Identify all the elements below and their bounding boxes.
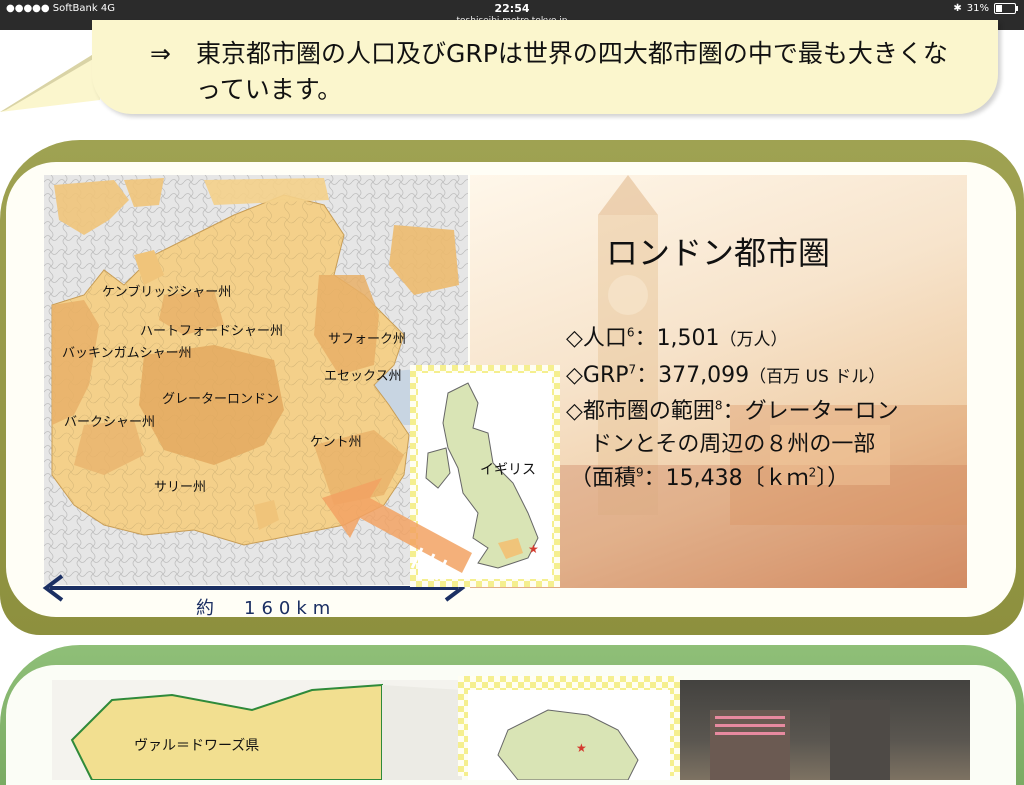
battery-fill [996, 5, 1002, 12]
population-value: ：1,501 [634, 326, 720, 351]
france-outline: ★ [497, 709, 639, 781]
summary-bubble-area: ⇒ 東京都市圏の人口及びGRPは世界の四大都市圏の中で最も大きくな っています。 [0, 20, 1024, 120]
area-value: ：15,438〔ｋｍ [643, 466, 809, 491]
area-close: 〕） [816, 466, 850, 491]
range-row: ◇都市圏の範囲8：グレーターロン [566, 393, 899, 425]
france-inset-inner: ★ [468, 690, 670, 781]
label-berkshire: バークシャー州 [64, 415, 156, 430]
range-line-2: ドンとその周辺の８州の一部 [590, 432, 876, 457]
grp-row: ◇GRP7：377,099（百万 US ドル） [566, 357, 885, 389]
london-star-icon: ★ [528, 542, 539, 556]
label-greater-london: グレーターロンドン [162, 392, 280, 407]
population-row: ◇人口6：1,501（万人） [566, 320, 788, 352]
label-essex: エセックス州 [324, 369, 402, 384]
grp-unit: （百万 US ドル） [749, 367, 886, 387]
london-title: ロンドン都市圏 [606, 234, 831, 272]
summary-text: ⇒ 東京都市圏の人口及びGRPは世界の四大都市圏の中で最も大きくな っています。 [150, 36, 970, 108]
paris-photo [680, 680, 970, 780]
bluetooth-icon: ✱ [953, 3, 962, 14]
range-label: ◇都市圏の範囲 [566, 399, 715, 424]
range-footnote: 8 [714, 398, 723, 413]
battery-percent: 31% [966, 3, 989, 14]
label-kent: ケント州 [310, 435, 362, 450]
label-uk: イギリス [480, 462, 536, 478]
area-label: （面積 [570, 466, 637, 491]
summary-line-1: 東京都市圏の人口及びGRPは世界の四大都市圏の中で最も大きくな [196, 39, 948, 68]
battery-icon [994, 3, 1018, 14]
paris-star-icon: ★ [576, 741, 587, 755]
clock: 22:54 [494, 2, 530, 15]
population-footnote: 6 [626, 325, 635, 340]
population-unit: （万人） [719, 330, 788, 350]
grp-value: ：377,099 [636, 363, 750, 388]
scale-label: 約 160km [196, 598, 337, 619]
population-label: ◇人口 [566, 326, 627, 351]
area-row: （面積9：15,438〔ｋｍ2〕） [570, 460, 849, 492]
paris-region-map: ヴァル＝ドワーズ県 [52, 680, 462, 780]
area-footnote: 9 [636, 465, 644, 480]
right-arrow-icon: ⇒ [150, 39, 171, 68]
label-val-doise: ヴァル＝ドワーズ県 [134, 738, 260, 754]
grp-label: ◇GRP [566, 363, 629, 388]
label-surrey: サリー州 [154, 480, 207, 495]
summary-line-2: っています。 [196, 75, 343, 104]
france-inset-map: ★ [458, 676, 680, 781]
paris-photo-svg [710, 700, 890, 780]
label-cambridgeshire: ケンブリッジシャー州 [102, 285, 232, 300]
label-suffolk: サフォーク州 [328, 332, 407, 347]
label-hertfordshire: ハートフォードシャー州 [140, 324, 284, 339]
status-right: ✱ 31% [953, 3, 1018, 14]
paris-map-svg [70, 683, 462, 780]
label-buckinghamshire: バッキンガムシャー州 [62, 346, 192, 361]
range-value: ：グレーターロン [722, 399, 899, 424]
orange-pointer-arrow [322, 478, 472, 581]
